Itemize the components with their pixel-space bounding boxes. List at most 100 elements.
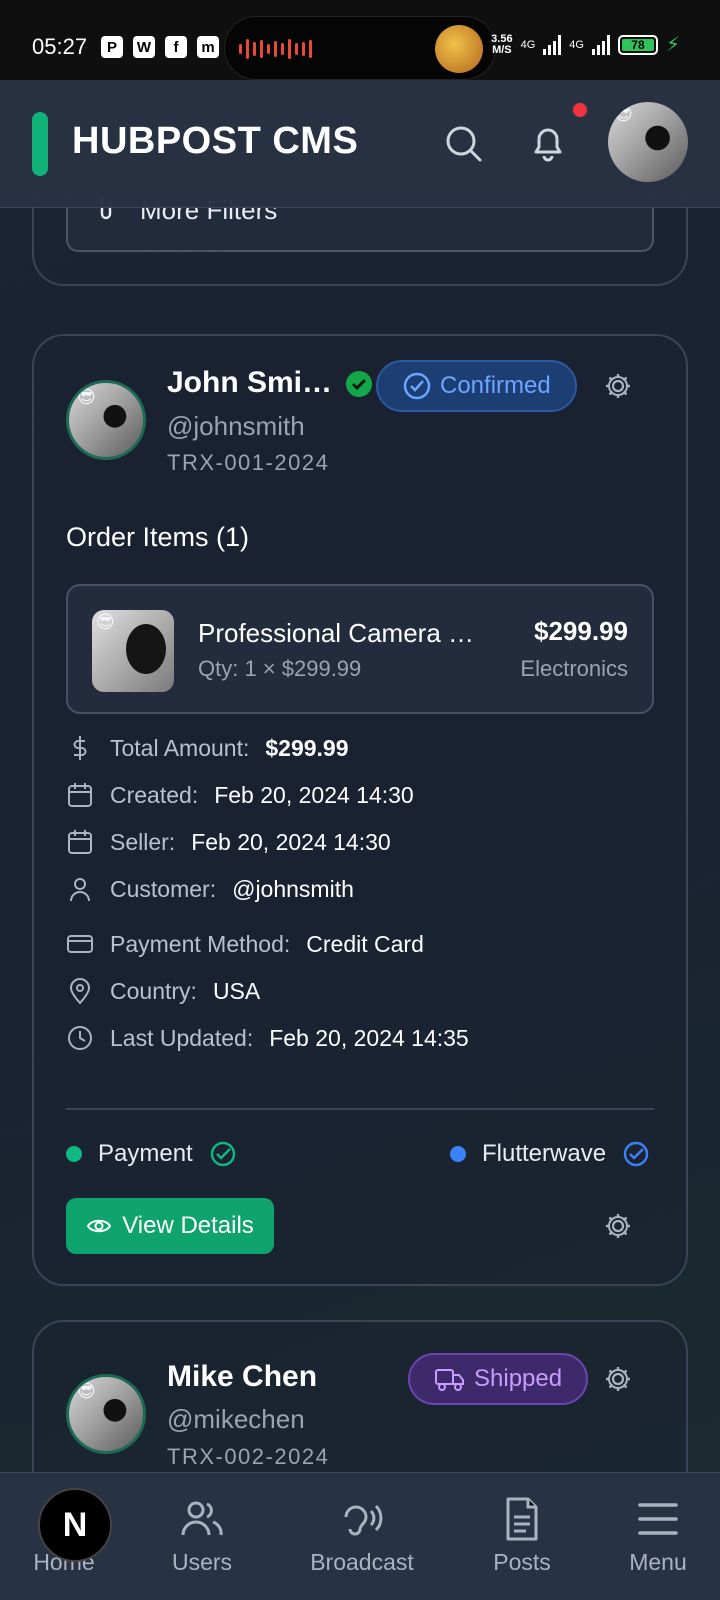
facebook-icon: f [165, 36, 187, 58]
bell-icon[interactable] [524, 120, 572, 168]
net-speed: 3.56 M/S [491, 32, 513, 56]
check-circle-icon [623, 1141, 649, 1167]
dollar-icon [73, 736, 87, 760]
customer-avatar[interactable]: 😎 [66, 380, 146, 460]
customer-label: Customer: [110, 875, 217, 902]
detail-seller: Seller: Feb 20, 2024 14:30 [66, 828, 391, 856]
whatsapp-icon: W [133, 36, 155, 58]
detail-customer: Customer: @johnsmith [66, 875, 354, 903]
detail-last-updated: Last Updated: Feb 20, 2024 14:35 [66, 1024, 469, 1052]
seller-value: Feb 20, 2024 14:30 [191, 828, 391, 855]
divider [66, 1108, 654, 1110]
status-indicators: 3.56 M/S 4G 4G 78 ⚡ [491, 32, 680, 57]
calendar-icon [68, 783, 92, 807]
location-pin-icon [69, 978, 91, 1005]
sim1-label: 4G [520, 38, 536, 51]
customer-name: John Smi… [167, 366, 333, 399]
messenger-icon: m [197, 36, 219, 58]
nav-label: Menu [629, 1549, 687, 1575]
status-time: 05:27 [32, 34, 88, 59]
detail-payment-method: Payment Method: Credit Card [66, 930, 424, 958]
status-label: Confirmed [440, 372, 551, 399]
gear-icon[interactable] [603, 1211, 633, 1241]
net-speed-value: 3.56 [491, 32, 513, 45]
calendar-icon [68, 830, 92, 854]
total-value: $299.99 [265, 734, 349, 761]
country-value: USA [212, 977, 261, 1004]
floating-n-button[interactable]: N [38, 1488, 112, 1562]
item-category: Electronics [520, 656, 628, 681]
credit-card-icon [67, 935, 93, 953]
created-label: Created: [110, 781, 199, 808]
customer-name: Mike Chen [167, 1360, 318, 1393]
posts-icon [506, 1497, 538, 1541]
gateway-label: Flutterwave [482, 1140, 607, 1167]
gateway-status: Flutterwave [450, 1140, 650, 1168]
payment-status: Payment [66, 1140, 237, 1168]
view-details-label: View Details [122, 1212, 254, 1239]
detail-country: Country: USA [66, 977, 260, 1005]
notification-badge [571, 101, 589, 119]
item-price: $299.99 [534, 616, 628, 646]
signal-icon [543, 34, 562, 55]
nav-item-menu[interactable]: Menu [588, 1495, 720, 1576]
users-icon [181, 1501, 223, 1536]
gear-icon[interactable] [603, 1364, 633, 1394]
last-updated-value: Feb 20, 2024 14:35 [269, 1024, 469, 1051]
status-badge-shipped[interactable]: Shipped [408, 1353, 589, 1405]
nav-item-posts[interactable]: Posts [452, 1495, 592, 1576]
seller-label: Seller: [110, 828, 176, 855]
search-icon[interactable] [440, 120, 488, 168]
nav-item-broadcast[interactable]: Broadcast [292, 1495, 432, 1576]
truck-icon [435, 1369, 464, 1391]
verified-icon [346, 371, 372, 397]
transaction-id: TRX-002-2024 [167, 1444, 330, 1469]
customer-avatar[interactable]: 😎 [66, 1374, 146, 1454]
eye-icon [87, 1219, 112, 1233]
item-name: Professional Camera Kit [198, 618, 478, 648]
payment-status-label: Payment [98, 1140, 193, 1167]
order-item[interactable]: 😎 Professional Camera Kit Qty: 1 × $299.… [66, 584, 654, 714]
nav-item-users[interactable]: Users [132, 1495, 272, 1576]
sim2-label: 4G [569, 38, 584, 51]
status-dot [66, 1146, 82, 1162]
total-label: Total Amount: [110, 734, 250, 761]
status-badge-confirmed[interactable]: Confirmed [376, 360, 577, 412]
payment-method-value: Credit Card [306, 930, 424, 957]
nav-label: Broadcast [310, 1549, 414, 1575]
last-updated-label: Last Updated: [110, 1024, 254, 1051]
status-app-icons: P W f m [101, 36, 219, 58]
payment-method-label: Payment Method: [110, 930, 291, 957]
customer-handle: @mikechen [167, 1404, 305, 1434]
user-icon [70, 878, 90, 902]
detail-total: Total Amount: $299.99 [66, 734, 349, 762]
order-items-title: Order Items (1) [66, 522, 250, 552]
customer-handle: @johnsmith [167, 411, 305, 441]
created-value: Feb 20, 2024 14:30 [214, 781, 414, 808]
charging-icon: ⚡ [665, 34, 680, 56]
media-avatar [435, 25, 483, 73]
battery-icon: 78 [617, 34, 658, 55]
menu-icon [638, 1503, 678, 1535]
check-circle-icon [210, 1141, 235, 1167]
net-speed-unit: M/S [492, 43, 512, 56]
country-label: Country: [110, 977, 197, 1004]
nav-label: Users [171, 1549, 233, 1575]
brand-accent-bar [32, 112, 48, 176]
view-details-button[interactable]: View Details [66, 1198, 274, 1254]
check-circle-icon [403, 372, 431, 400]
item-quantity: Qty: 1 × $299.99 [198, 656, 362, 681]
status-label: Shipped [474, 1365, 563, 1392]
detail-created: Created: Feb 20, 2024 14:30 [66, 781, 414, 809]
profile-avatar[interactable]: 😎 [608, 102, 688, 182]
nav-label: Posts [493, 1549, 551, 1575]
status-dot [450, 1146, 466, 1162]
broadcast-icon [344, 1504, 383, 1536]
gear-icon[interactable] [603, 371, 633, 401]
customer-value: @johnsmith [232, 875, 354, 902]
signal-icon [591, 34, 610, 55]
dynamic-island[interactable] [224, 16, 496, 80]
item-thumbnail: 😎 [92, 610, 174, 692]
clock-icon [68, 1026, 92, 1050]
battery-level: 78 [621, 38, 654, 52]
